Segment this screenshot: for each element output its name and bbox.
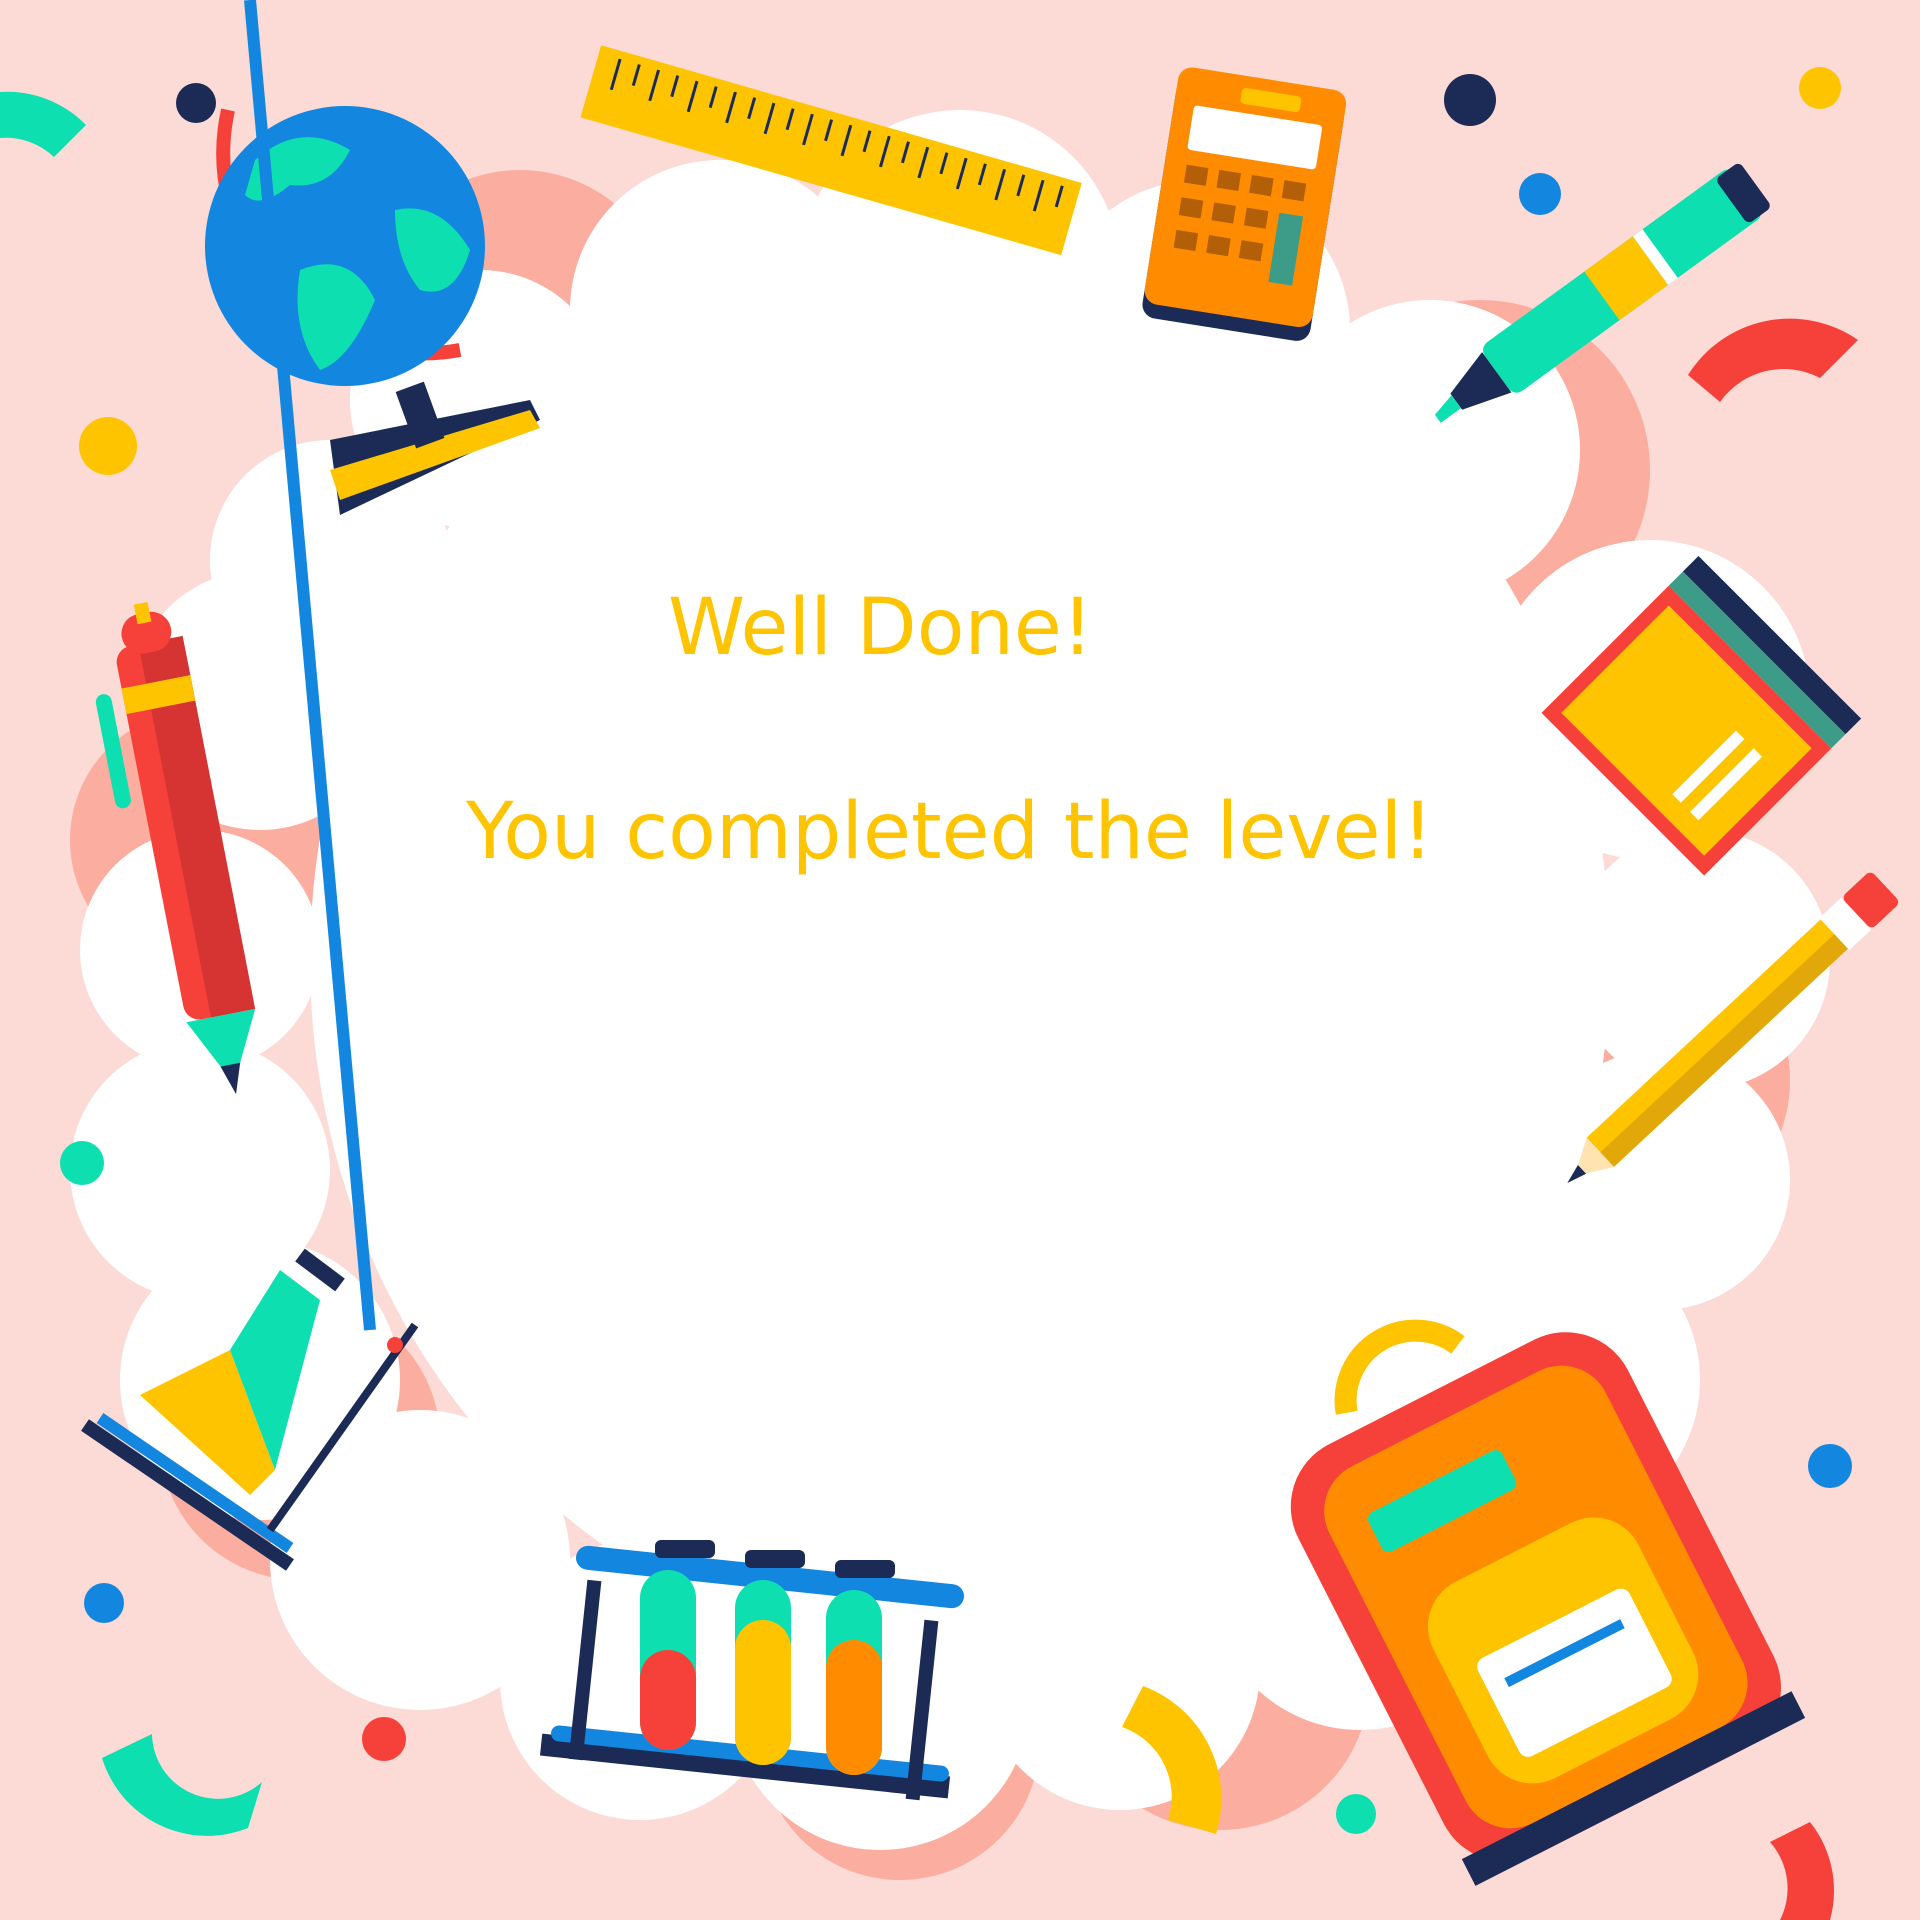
celebration-scene xyxy=(0,0,1899,1920)
level-complete-subtitle: You completed the level! xyxy=(466,787,1434,877)
level-complete-title: Well Done! xyxy=(668,583,1094,673)
